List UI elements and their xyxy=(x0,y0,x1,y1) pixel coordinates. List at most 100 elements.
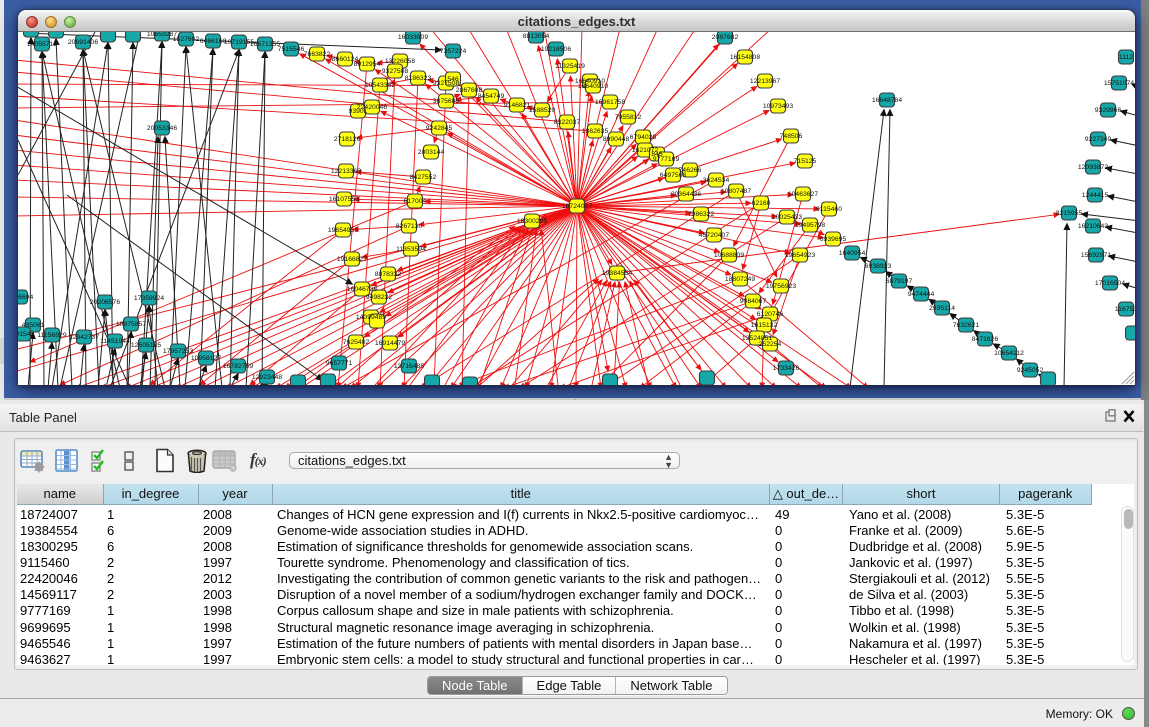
svg-text:19218506: 19218506 xyxy=(541,46,571,53)
svg-text:8322037: 8322037 xyxy=(554,119,581,126)
svg-text:1527602: 1527602 xyxy=(173,36,200,43)
svg-text:16154808: 16154808 xyxy=(730,54,760,61)
svg-text:252254: 252254 xyxy=(759,341,782,348)
svg-text:10463627: 10463627 xyxy=(788,191,818,198)
svg-text:18724007: 18724007 xyxy=(562,203,592,210)
svg-text:20691406: 20691406 xyxy=(68,39,98,46)
svg-text:6879197: 6879197 xyxy=(886,278,913,285)
svg-text:16961758: 16961758 xyxy=(595,99,625,106)
svg-text:12923448: 12923448 xyxy=(252,374,282,381)
svg-text:9242845: 9242845 xyxy=(426,125,453,132)
svg-text:8186323: 8186323 xyxy=(405,75,432,82)
svg-text:17016504: 17016504 xyxy=(1095,280,1125,287)
svg-text:12213363: 12213363 xyxy=(331,168,361,175)
svg-text:19654953: 19654953 xyxy=(328,227,358,234)
svg-text:16046738: 16046738 xyxy=(347,286,377,293)
svg-text:15692971: 15692971 xyxy=(1081,252,1111,259)
svg-text:7986322: 7986322 xyxy=(688,211,715,218)
svg-text:7357224: 7357224 xyxy=(440,48,467,55)
svg-text:8471626: 8471626 xyxy=(972,336,999,343)
svg-text:1615132: 1615132 xyxy=(751,322,778,329)
svg-text:3624534: 3624534 xyxy=(703,177,730,184)
svg-text:2935114: 2935114 xyxy=(929,305,955,312)
svg-text:2718126: 2718126 xyxy=(334,136,361,143)
svg-text:16107553: 16107553 xyxy=(329,196,359,203)
svg-text:2803144: 2803144 xyxy=(418,149,445,156)
svg-text:45720407: 45720407 xyxy=(699,232,729,239)
svg-text:8215955: 8215955 xyxy=(1056,210,1083,217)
svg-text:10654112: 10654112 xyxy=(994,350,1024,357)
svg-text:12942737: 12942737 xyxy=(69,334,99,341)
svg-text:1112: 1112 xyxy=(1119,54,1133,61)
svg-text:9227349: 9227349 xyxy=(1085,136,1112,143)
svg-text:16033809: 16033809 xyxy=(398,34,428,41)
svg-text:9777169: 9777169 xyxy=(653,156,680,163)
svg-text:16782759: 16782759 xyxy=(223,363,253,370)
svg-text:2087682: 2087682 xyxy=(712,34,739,41)
svg-text:7632621: 7632621 xyxy=(953,322,980,329)
svg-text:11353594: 11353594 xyxy=(396,246,426,253)
svg-text:22420046: 22420046 xyxy=(357,104,387,111)
svg-text:11325419: 11325419 xyxy=(555,63,585,70)
svg-text:9245052: 9245052 xyxy=(1017,367,1044,374)
svg-text:7515546: 7515546 xyxy=(278,46,305,53)
svg-text:546: 546 xyxy=(447,76,459,83)
svg-text:9498222: 9498222 xyxy=(366,294,393,301)
svg-text:19495798: 19495798 xyxy=(795,222,825,229)
svg-text:9327508: 9327508 xyxy=(382,68,409,75)
svg-text:9115460: 9115460 xyxy=(816,206,842,213)
svg-text:1362635: 1362635 xyxy=(582,128,609,135)
svg-text:8878332: 8878332 xyxy=(375,271,402,278)
svg-text:11156829: 11156829 xyxy=(37,332,66,339)
svg-text:19384554: 19384554 xyxy=(602,270,632,277)
svg-text:1733426: 1733426 xyxy=(773,365,800,372)
svg-text:15751074: 15751074 xyxy=(1104,80,1134,87)
svg-text:8990448: 8990448 xyxy=(603,136,630,143)
svg-text:10973493: 10973493 xyxy=(763,103,793,110)
svg-text:435061: 435061 xyxy=(22,322,45,329)
svg-text:2626694: 2626694 xyxy=(18,294,33,301)
svg-text:8912954: 8912954 xyxy=(354,61,381,68)
svg-text:20053346: 20053346 xyxy=(147,125,177,132)
svg-text:62160: 62160 xyxy=(752,200,771,207)
svg-text:8267130: 8267130 xyxy=(396,223,423,230)
svg-text:7625402: 7625402 xyxy=(343,339,370,346)
svg-text:12505135: 12505135 xyxy=(131,342,161,349)
svg-text:18300295: 18300295 xyxy=(517,218,547,225)
svg-text:19166827: 19166827 xyxy=(337,256,367,263)
svg-text:12093872: 12093872 xyxy=(1078,164,1108,171)
svg-text:7663822: 7663822 xyxy=(304,51,331,58)
svg-text:1640954: 1640954 xyxy=(839,250,866,257)
svg-text:19654923: 19654923 xyxy=(785,252,815,259)
svg-text:6939695: 6939695 xyxy=(820,236,847,243)
svg-text:20364436: 20364436 xyxy=(671,191,701,198)
svg-text:6497568: 6497568 xyxy=(660,172,687,179)
svg-text:6120746: 6120746 xyxy=(757,311,784,318)
svg-text:1244415: 1244415 xyxy=(1082,192,1109,199)
svg-text:8427552: 8427552 xyxy=(410,174,437,181)
svg-text:8813054: 8813054 xyxy=(523,33,550,40)
svg-text:10958127: 10958127 xyxy=(191,355,221,362)
svg-text:7955812: 7955812 xyxy=(615,114,642,121)
svg-text:617004: 617004 xyxy=(404,198,427,205)
svg-text:16671355: 16671355 xyxy=(250,41,280,48)
svg-text:10025433: 10025433 xyxy=(772,214,802,221)
svg-text:16210643: 16210643 xyxy=(1078,223,1108,230)
svg-text:9146821: 9146821 xyxy=(504,102,531,109)
svg-text:6466160: 6466160 xyxy=(200,38,227,45)
svg-text:16648784: 16648784 xyxy=(872,97,902,104)
svg-text:6794028: 6794028 xyxy=(630,134,657,141)
svg-text:9329966: 9329966 xyxy=(1095,107,1122,114)
svg-text:13226058: 13226058 xyxy=(385,58,415,65)
svg-text:13716485: 13716485 xyxy=(394,363,424,370)
svg-text:19756923: 19756923 xyxy=(766,283,796,290)
svg-text:16914479: 16914479 xyxy=(375,340,405,347)
svg-text:14055712: 14055712 xyxy=(27,41,57,48)
svg-text:17957253: 17957253 xyxy=(163,348,193,355)
svg-text:20206576: 20206576 xyxy=(90,299,120,306)
svg-text:10975857: 10975857 xyxy=(116,321,146,328)
svg-text:1588520: 1588520 xyxy=(529,107,556,114)
svg-text:6938923: 6938923 xyxy=(865,263,892,270)
svg-text:10688809: 10688809 xyxy=(714,252,744,259)
svg-text:9084067: 9084067 xyxy=(740,298,767,305)
